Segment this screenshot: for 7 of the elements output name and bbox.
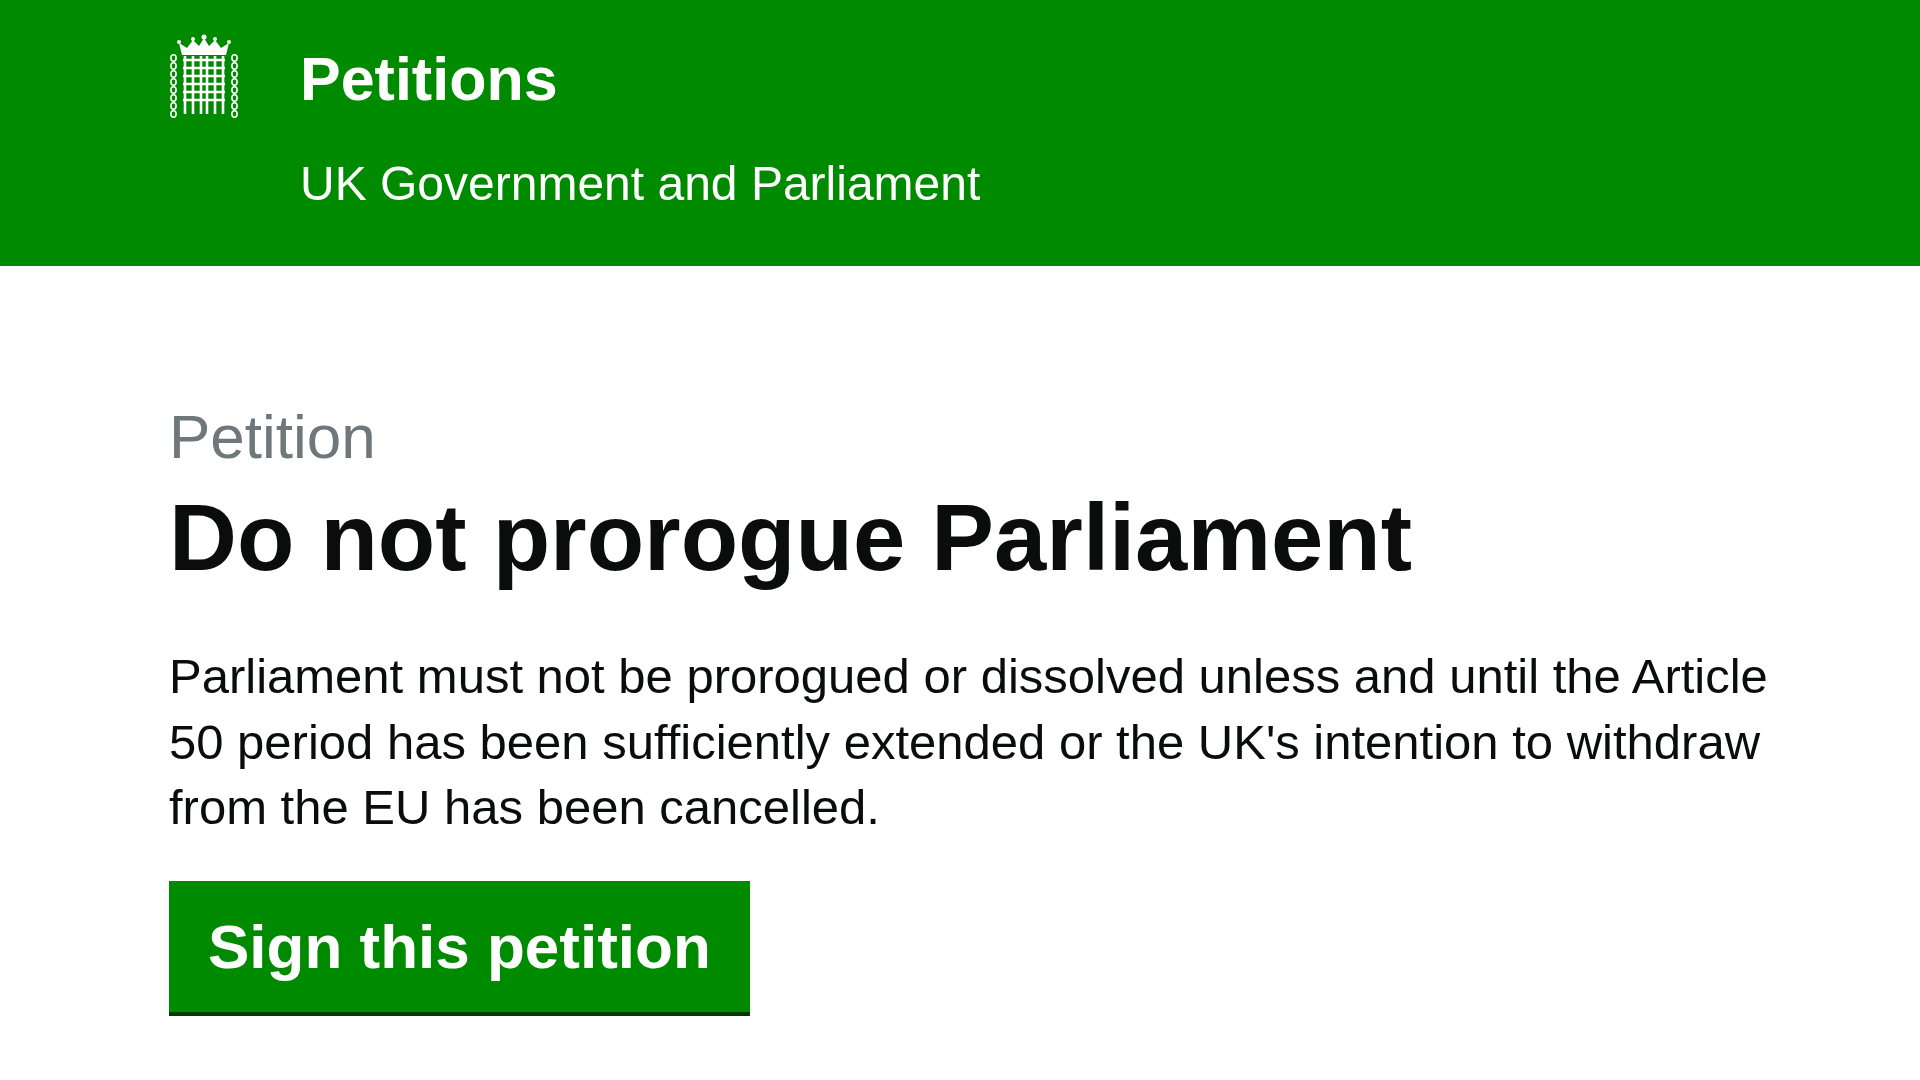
- sign-petition-button[interactable]: Sign this petition: [169, 880, 750, 1016]
- crowned-portcullis-icon: [169, 34, 239, 119]
- petition-label: Petition: [169, 401, 376, 473]
- petition-title: Do not prorogue Parliament: [169, 484, 1412, 592]
- site-title[interactable]: Petitions: [300, 44, 981, 114]
- site-subtitle: UK Government and Parliament: [300, 156, 981, 212]
- petition-description: Parliament must not be prorogued or dissolved unless and until the Article 50 period has been sufficiently extended or the UK's intention to withdraw from the EU has been cancelled.: [169, 648, 1769, 836]
